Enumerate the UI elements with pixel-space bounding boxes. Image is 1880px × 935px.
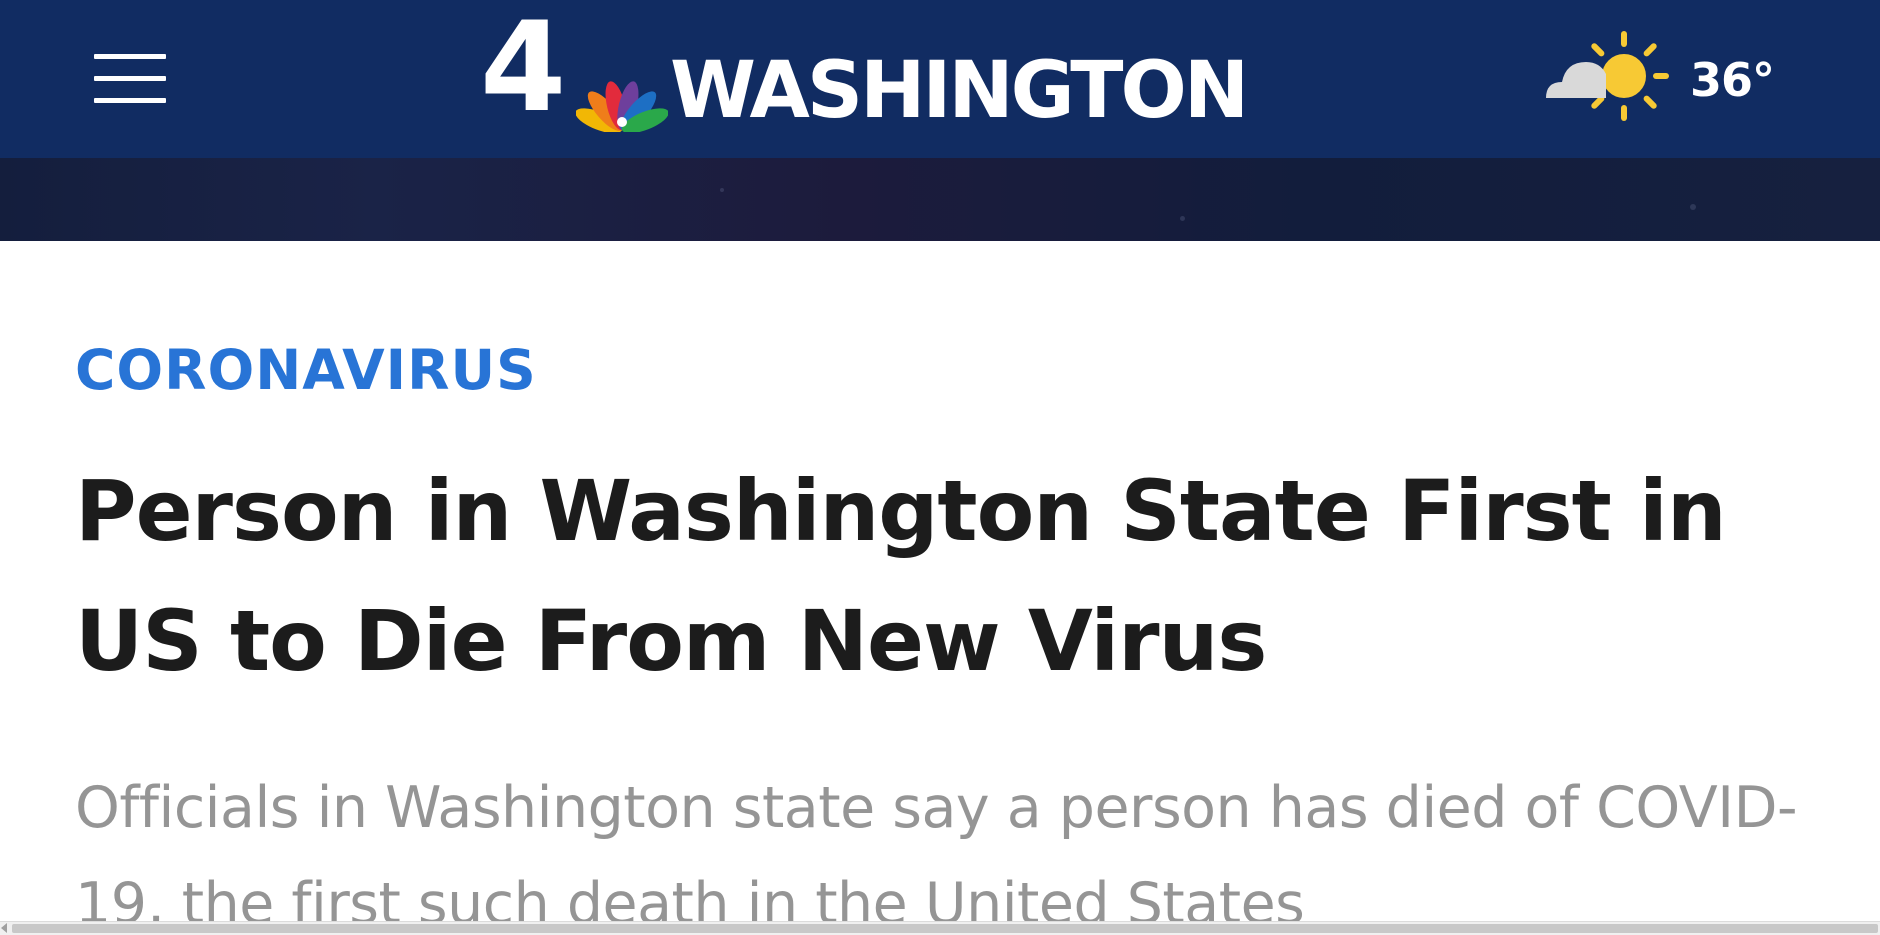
hamburger-menu-icon-line bbox=[94, 76, 166, 81]
banner-speck bbox=[1690, 204, 1696, 210]
weather-widget[interactable]: 36° bbox=[1540, 28, 1780, 128]
scroll-left-arrow-icon[interactable] bbox=[1, 923, 7, 933]
hamburger-menu-icon-line bbox=[94, 54, 166, 59]
article-category-link[interactable]: CORONAVIRUS bbox=[75, 334, 537, 406]
logo-channel-number: 4 bbox=[480, 0, 566, 140]
nbc-peacock-icon bbox=[576, 81, 668, 132]
peacock-body bbox=[617, 117, 627, 127]
banner-speck bbox=[1180, 216, 1185, 221]
sun-ray bbox=[1591, 43, 1605, 57]
page: 4 WASHINGTON 36° CORONAVIRUS Person in W… bbox=[0, 0, 1880, 935]
cloud-shape bbox=[1546, 62, 1606, 98]
sun-ray bbox=[1643, 43, 1657, 57]
header-banner-strip bbox=[0, 158, 1880, 241]
sun-ray bbox=[1591, 95, 1605, 109]
hamburger-menu-icon-line bbox=[94, 98, 166, 103]
article-headline: Person in Washington State First in US t… bbox=[75, 462, 1727, 690]
sun-ray bbox=[1643, 95, 1657, 109]
site-header: 4 WASHINGTON 36° bbox=[0, 0, 1880, 158]
banner-speck bbox=[720, 188, 724, 192]
hamburger-menu-button[interactable] bbox=[92, 52, 168, 104]
logo-station-name: WASHINGTON bbox=[670, 46, 1249, 136]
weather-temperature: 36° bbox=[1690, 53, 1775, 107]
horizontal-scrollbar-thumb[interactable] bbox=[12, 924, 1878, 933]
article-summary: Officials in Washington state say a pers… bbox=[75, 775, 1798, 935]
nbc4-washington-logo[interactable]: 4 WASHINGTON bbox=[480, 6, 1249, 136]
sun-core bbox=[1598, 50, 1650, 102]
partly-sunny-icon bbox=[1546, 31, 1669, 121]
